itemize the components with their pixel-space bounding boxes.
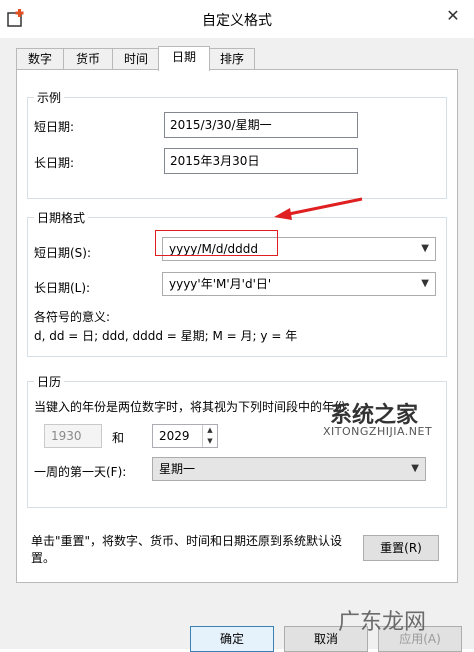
- chevron-down-icon: ▼: [411, 463, 419, 474]
- long-date-combo[interactable]: yyyy'年'M'月'd'日' ▼: [162, 272, 436, 296]
- window-title: 自定义格式: [202, 13, 272, 29]
- sample-short-label: 短日期:: [34, 120, 75, 134]
- reset-description: 单击"重置"，将数字、货币、时间和日期还原到系统默认设置。: [31, 534, 343, 565]
- symbols-title: 各符号的意义:: [34, 310, 111, 324]
- chevron-down-icon: ▼: [421, 278, 429, 289]
- close-button[interactable]: ✕: [440, 6, 466, 28]
- sample-group: 示例 短日期: 2015/3/30/星期一 长日期: 2015年3月30日: [27, 89, 447, 199]
- sample-short-value: 2015/3/30/星期一: [164, 112, 358, 138]
- long-date-label: 长日期(L):: [34, 281, 91, 295]
- highlight-box: [155, 230, 278, 256]
- tab-panel-date: 示例 短日期: 2015/3/30/星期一 长日期: 2015年3月30日 日期…: [16, 69, 458, 583]
- tab-number[interactable]: 数字: [16, 48, 64, 69]
- tab-date[interactable]: 日期: [158, 46, 210, 71]
- chevron-down-icon: ▼: [421, 243, 429, 254]
- two-digit-year-desc: 当键入的年份是两位数字时，将其视为下列时间段中的年份:: [34, 400, 351, 414]
- from-year-field: 1930: [44, 424, 102, 448]
- annotation-arrow: [274, 197, 363, 220]
- sample-long-value: 2015年3月30日: [164, 148, 358, 174]
- chevron-up-icon[interactable]: ▲: [207, 426, 212, 434]
- sample-legend: 示例: [34, 89, 65, 106]
- from-year-value: 1930: [51, 429, 82, 443]
- sample-long-label: 长日期:: [34, 156, 75, 170]
- ok-button[interactable]: 确定: [190, 626, 274, 652]
- symbols-desc: d, dd = 日; ddd, dddd = 星期; M = 月; y = 年: [34, 329, 298, 343]
- first-day-label: 一周的第一天(F):: [34, 465, 127, 479]
- tab-time[interactable]: 时间: [112, 48, 160, 69]
- tab-sort[interactable]: 排序: [209, 48, 255, 69]
- dialog-body: 数字 货币 时间 日期 排序 示例 短日期: 2015/3/30/星期一 长日期…: [0, 38, 474, 652]
- tab-currency[interactable]: 货币: [63, 48, 113, 69]
- date-format-legend: 日期格式: [34, 209, 89, 226]
- close-icon: ✕: [446, 6, 460, 25]
- to-year-value: 2029: [159, 429, 190, 443]
- first-day-combo[interactable]: 星期一 ▼: [152, 457, 426, 481]
- watermark-url: XITONGZHIJIA.NET: [323, 425, 433, 438]
- short-date-label: 短日期(S):: [34, 246, 92, 260]
- long-date-value: yyyy'年'M'月'd'日': [169, 277, 272, 291]
- stepper-arrows[interactable]: ▲ ▼: [202, 425, 217, 447]
- chevron-down-icon[interactable]: ▼: [207, 437, 212, 445]
- to-year-stepper[interactable]: 2029 ▲ ▼: [152, 424, 218, 448]
- watermark-site2: 广东龙网: [338, 610, 427, 635]
- title-bar: 自定义格式 ✕: [0, 0, 474, 38]
- calendar-legend: 日历: [34, 373, 65, 390]
- and-label: 和: [112, 431, 125, 445]
- reset-button[interactable]: 重置(R): [363, 535, 439, 561]
- first-day-value: 星期一: [159, 462, 196, 476]
